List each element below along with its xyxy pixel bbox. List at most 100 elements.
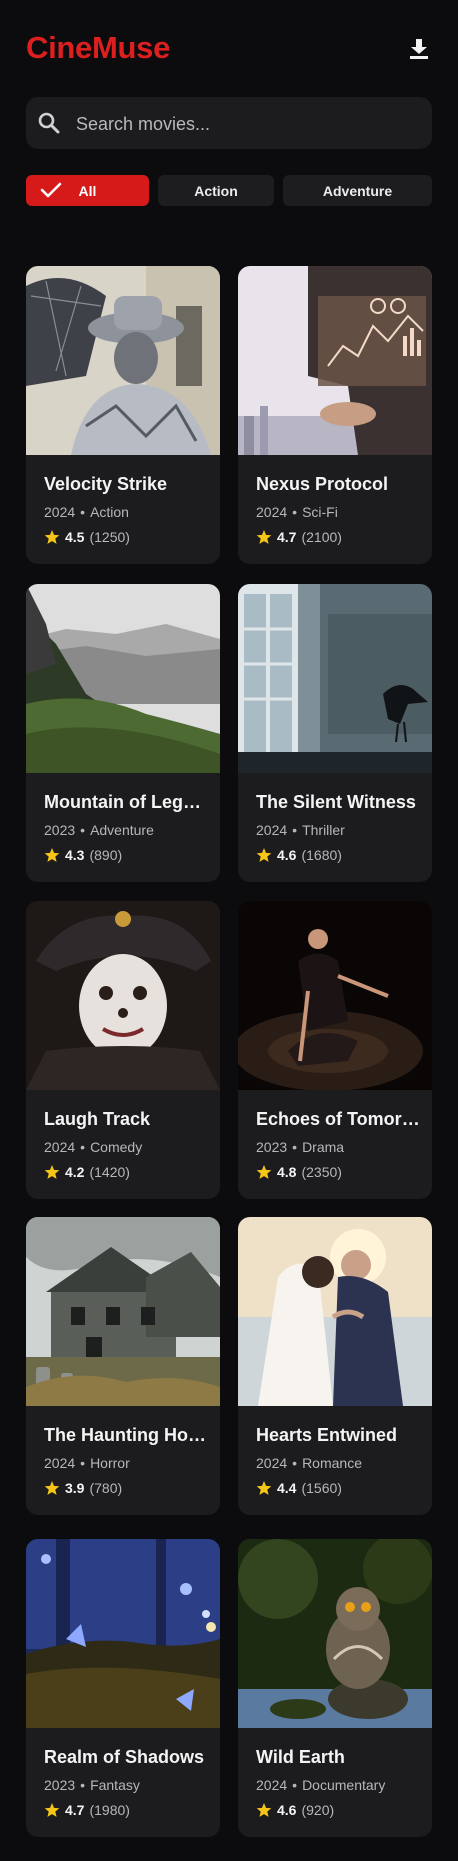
separator-dot: • [80,504,86,520]
movie-card[interactable]: The Haunting Hollow 2024 • Horror 3.9 (780… [26,1217,220,1515]
movie-title: The Silent Witness [256,792,416,812]
rating-count: (780) [89,1480,123,1496]
movie-year: 2024 [44,504,76,520]
movie-meta: 2024 • Romance [256,1455,362,1471]
movie-title: The Haunting Hollow [44,1425,209,1445]
star-icon [44,530,60,544]
download-button[interactable] [406,36,432,62]
movie-poster [26,584,220,773]
movie-year: 2024 [256,822,288,838]
star-icon [256,1803,272,1817]
separator-dot: • [80,1777,86,1793]
star-icon [256,1165,272,1179]
rating-value: 4.2 [65,1164,85,1180]
movie-poster [238,1539,432,1728]
rating-count: (1680) [301,847,342,863]
movie-title: Laugh Track [44,1109,151,1129]
movie-poster [238,266,432,455]
movie-rating: 4.3 (890) [44,847,122,863]
movie-poster [238,901,432,1090]
genre-filter-bar: All Action Adventure [26,175,432,206]
movie-title: Realm of Shadows [44,1747,205,1767]
separator-dot: • [292,822,298,838]
star-icon [256,1481,272,1495]
separator-dot: • [80,1455,86,1471]
movie-meta: 2024 • Documentary [256,1777,385,1793]
movie-genre: Adventure [90,822,154,838]
movie-year: 2023 [256,1139,288,1155]
app-logo[interactable]: CineMuse [26,30,170,66]
movie-year: 2024 [44,1455,76,1471]
movie-rating: 4.4 (1560) [256,1480,342,1496]
filter-chip-action[interactable]: Action [158,175,274,206]
movie-card[interactable]: Velocity Strike 2024 • Action 4.5 (1250) [26,266,220,564]
filter-chip-adventure[interactable]: Adventure [283,175,432,206]
movie-rating: 4.2 (1420) [44,1164,130,1180]
movie-card[interactable]: Realm of Shadows 2023 • Fantasy 4.7 (1980) [26,1539,220,1837]
movie-year: 2023 [44,1777,76,1793]
movie-meta: 2024 • Sci-Fi [256,504,338,520]
star-icon [44,1481,60,1495]
movie-meta: 2023 • Adventure [44,822,154,838]
movie-poster [238,1217,432,1406]
movie-meta: 2024 • Action [44,504,129,520]
movie-poster [26,266,220,455]
search-bar[interactable] [26,97,432,151]
movie-genre: Fantasy [90,1777,140,1793]
movie-card[interactable]: Echoes of Tomorrow 2023 • Drama 4.8 (2350) [238,901,432,1199]
separator-dot: • [292,504,298,520]
movie-title: Echoes of Tomorrow [256,1109,421,1129]
rating-value: 4.7 [65,1802,85,1818]
movie-genre: Romance [302,1455,362,1471]
checkmark-icon [40,182,62,198]
movie-poster [26,901,220,1090]
star-icon [256,530,272,544]
movie-year: 2023 [44,822,76,838]
star-icon [44,1803,60,1817]
search-input[interactable] [74,97,418,151]
rating-count: (890) [89,847,123,863]
movie-title: Mountain of Legends [44,792,209,812]
download-icon [410,39,428,59]
movie-year: 2024 [256,1777,288,1793]
filter-chip-label: Action [194,182,238,199]
movie-rating: 4.6 (920) [256,1802,334,1818]
separator-dot: • [292,1455,298,1471]
movie-card[interactable]: Nexus Protocol 2024 • Sci-Fi 4.7 (2100) [238,266,432,564]
movie-rating: 3.9 (780) [44,1480,122,1496]
star-icon [256,848,272,862]
separator-dot: • [292,1139,298,1155]
movie-meta: 2024 • Horror [44,1455,130,1471]
movie-genre: Sci-Fi [302,504,338,520]
movie-genre: Thriller [302,822,345,838]
rating-value: 4.5 [65,529,85,545]
movie-card[interactable]: Laugh Track 2024 • Comedy 4.2 (1420) [26,901,220,1199]
movie-genre: Horror [90,1455,130,1471]
separator-dot: • [80,1139,86,1155]
rating-value: 4.7 [277,529,297,545]
rating-count: (1420) [89,1164,130,1180]
movie-title: Velocity Strike [44,474,168,494]
rating-count: (1250) [89,529,130,545]
star-icon [44,848,60,862]
movie-card[interactable]: Wild Earth 2024 • Documentary 4.6 (920) [238,1539,432,1837]
filter-chip-all[interactable]: All [26,175,149,206]
movie-year: 2024 [256,504,288,520]
movie-meta: 2024 • Comedy [44,1139,142,1155]
app-header: CineMuse [26,30,432,70]
movie-card[interactable]: Mountain of Legends 2023 • Adventure 4.3 (… [26,584,220,882]
movie-card[interactable]: The Silent Witness 2024 • Thriller 4.6 (16… [238,584,432,882]
movie-genre: Drama [302,1139,345,1155]
separator-dot: • [292,1777,298,1793]
movie-meta: 2024 • Thriller [256,822,345,838]
rating-count: (1560) [301,1480,342,1496]
search-icon [38,112,60,134]
movie-poster [238,584,432,773]
movie-genre: Comedy [90,1139,143,1155]
movie-card[interactable]: Hearts Entwined 2024 • Romance 4.4 (1560) [238,1217,432,1515]
movie-year: 2024 [256,1455,288,1471]
movie-poster [26,1217,220,1406]
movie-genre: Documentary [302,1777,386,1793]
rating-value: 4.4 [277,1480,297,1496]
movie-rating: 4.6 (1680) [256,847,342,863]
